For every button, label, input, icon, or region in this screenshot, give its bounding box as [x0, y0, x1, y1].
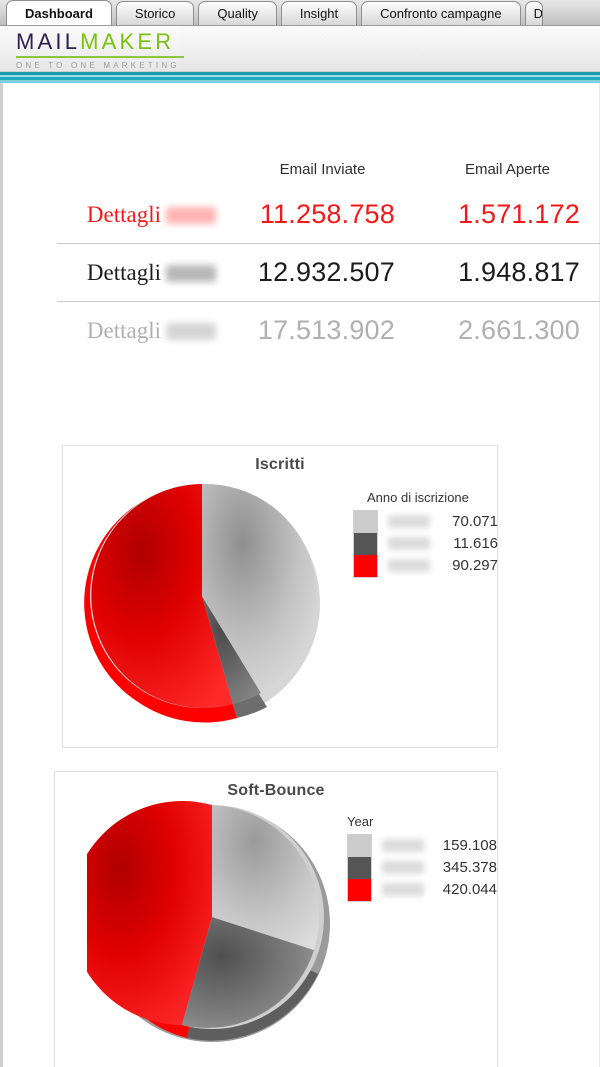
details-link[interactable]: Dettagli [87, 318, 161, 344]
legend-swatch-red [348, 879, 371, 901]
tab-label: Confronto campagne [380, 6, 502, 21]
tab-dashboard[interactable]: Dashboard [6, 0, 112, 25]
details-link-cell[interactable]: Dettagli [0, 202, 230, 228]
legend-swatch-light-gray [354, 511, 377, 533]
legend-title: Anno di iscrizione [367, 490, 469, 505]
summary-table: Email Inviate Email Aperte Dettagli 11.2… [0, 96, 600, 359]
tab-quality[interactable]: Quality [198, 1, 277, 25]
logo-primary: MAIL [16, 29, 81, 54]
legend-rows: 159.108 345.378 420.044 [372, 834, 497, 900]
details-link-cell[interactable]: Dettagli [0, 318, 230, 344]
tab-label: Insight [299, 6, 339, 21]
legend-value: 345.378 [442, 858, 497, 876]
legend-item: 11.616 [378, 532, 498, 554]
header-cell-emails-opened: Email Aperte [464, 161, 551, 178]
redacted-year [166, 264, 216, 282]
header-texture [180, 26, 600, 71]
chart-title: Soft-Bounce [227, 782, 325, 799]
emails-sent-value: 12.932.507 [257, 257, 395, 287]
tab-label: Dashboard [25, 5, 93, 21]
legend-swatch-dark-gray [348, 857, 371, 879]
details-link[interactable]: Dettagli [87, 202, 161, 228]
redacted-legend-label [382, 838, 424, 852]
redacted-legend-label [382, 860, 424, 874]
tab-bar: Dashboard Storico Quality Insight Confro… [0, 0, 600, 26]
logo-underline [16, 56, 184, 58]
details-link-cell[interactable]: Dettagli [0, 260, 230, 286]
legend-swatch-red [354, 555, 377, 577]
emails-opened-value: 1.571.172 [458, 199, 580, 229]
legend-value: 11.616 [453, 534, 498, 552]
legend-swatches [347, 834, 372, 902]
pie-svg [87, 801, 330, 1042]
tab-label: Quality [217, 6, 258, 21]
table-row: Dettagli 17.513.902 2.661.300 [0, 302, 600, 359]
legend-body: 70.071 11.616 90.297 [353, 510, 498, 578]
redacted-year [166, 322, 216, 340]
logo-tagline: ONE TO ONE MARKETING [16, 61, 180, 70]
chart-panel-soft-bounce: Soft-Bounce Year 159.108 345.378 420.044 [54, 771, 498, 1067]
legend-value: 420.044 [442, 880, 497, 898]
legend-swatches [353, 510, 378, 578]
emails-sent-value: 11.258.758 [259, 199, 395, 229]
accent-divider [0, 72, 600, 83]
emails-opened-value: 1.948.817 [458, 257, 580, 287]
chart-legend-iscritti: Anno di iscrizione 70.071 11.616 90.297 [353, 490, 498, 578]
emails-sent-value: 17.513.902 [257, 315, 395, 345]
legend-swatch-light-gray [348, 835, 371, 857]
tab-truncated[interactable]: D [524, 1, 543, 25]
chart-area: Soft-Bounce Year 159.108 345.378 420.044 [55, 772, 497, 1067]
header-cell-emails-sent: Email Inviate [279, 161, 366, 178]
legend-rows: 70.071 11.616 90.297 [378, 510, 498, 576]
tab-label: D [533, 6, 543, 21]
pie-svg [84, 483, 320, 723]
legend-swatch-dark-gray [354, 533, 377, 555]
redacted-legend-label [382, 882, 424, 896]
pie-chart-soft-bounce[interactable] [87, 797, 337, 1047]
legend-item: 345.378 [372, 856, 497, 878]
tab-label: Storico [134, 6, 176, 21]
redacted-legend-label [388, 514, 430, 528]
legend-item: 420.044 [372, 878, 497, 900]
chart-area: Iscritti Anno di iscrizione 70.071 11.61… [63, 446, 498, 747]
tab-confronto-campagne[interactable]: Confronto campagne [361, 1, 521, 25]
logo-text: MAILMAKER [16, 29, 184, 55]
logo-secondary: MAKER [80, 29, 175, 54]
chart-title: Iscritti [255, 456, 305, 473]
table-header-row: Email Inviate Email Aperte [0, 96, 600, 186]
application-window: Dashboard Storico Quality Insight Confro… [0, 0, 600, 1067]
table-row: Dettagli 12.932.507 1.948.817 [0, 244, 600, 301]
legend-value: 159.108 [442, 836, 497, 854]
legend-item: 159.108 [372, 834, 497, 856]
pie-chart-iscritti[interactable] [77, 476, 327, 726]
legend-item: 90.297 [378, 554, 498, 576]
redacted-year [166, 206, 216, 224]
brand-header: MAILMAKER ONE TO ONE MARKETING [0, 26, 600, 72]
chart-legend-soft-bounce: Year 159.108 345.378 420.044 [347, 814, 497, 902]
legend-value: 90.297 [452, 556, 498, 574]
legend-title: Year [347, 814, 374, 829]
legend-body: 159.108 345.378 420.044 [347, 834, 497, 902]
tab-storico[interactable]: Storico [115, 1, 195, 25]
chart-panel-iscritti: Iscritti Anno di iscrizione 70.071 11.61… [62, 445, 498, 748]
redacted-legend-label [388, 536, 430, 550]
logo[interactable]: MAILMAKER ONE TO ONE MARKETING [16, 29, 184, 70]
legend-value: 70.071 [452, 512, 498, 530]
redacted-legend-label [388, 558, 430, 572]
tab-insight[interactable]: Insight [280, 1, 358, 25]
legend-item: 70.071 [378, 510, 498, 532]
table-row: Dettagli 11.258.758 1.571.172 [0, 186, 600, 243]
emails-opened-value: 2.661.300 [458, 315, 580, 345]
details-link[interactable]: Dettagli [87, 260, 161, 286]
